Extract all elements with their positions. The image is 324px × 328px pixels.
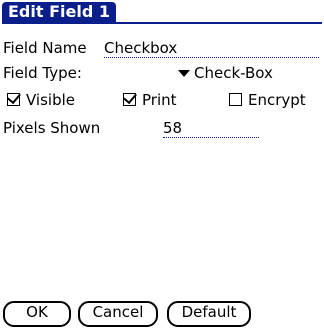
title-bar: Edit Field 1 (0, 0, 324, 24)
encrypt-checkbox-box (229, 93, 242, 106)
field-type-dropdown[interactable]: Check-Box (178, 62, 273, 84)
field-name-input[interactable]: Checkbox (104, 37, 319, 58)
field-type-value: Check-Box (194, 64, 273, 82)
pixels-shown-label: Pixels Shown (3, 119, 101, 137)
print-checkbox-box (123, 89, 137, 106)
checkmark-icon (7, 89, 21, 105)
window-title: Edit Field 1 (2, 2, 116, 22)
cancel-button[interactable]: Cancel (78, 301, 158, 327)
visible-checkbox-box (7, 89, 21, 106)
encrypt-label: Encrypt (248, 91, 306, 109)
ok-button[interactable]: OK (3, 301, 71, 327)
options-row: Visible Print Encrypt (3, 89, 323, 111)
field-name-label: Field Name (3, 39, 87, 57)
title-underline (2, 22, 322, 24)
visible-checkbox[interactable]: Visible (7, 89, 75, 111)
field-type-row: Field Type: Check-Box (3, 62, 323, 84)
field-type-label: Field Type: (3, 64, 82, 82)
pixels-shown-input[interactable]: 58 (163, 117, 259, 138)
visible-label: Visible (26, 91, 75, 109)
checkmark-icon (123, 89, 137, 105)
pixels-shown-row: Pixels Shown 58 (3, 117, 323, 139)
field-name-row: Field Name Checkbox (3, 37, 323, 59)
default-button[interactable]: Default (167, 301, 251, 327)
dropdown-triangle-icon (178, 70, 190, 77)
encrypt-checkbox[interactable]: Encrypt (229, 89, 306, 111)
print-checkbox[interactable]: Print (123, 89, 177, 111)
print-label: Print (142, 91, 177, 109)
